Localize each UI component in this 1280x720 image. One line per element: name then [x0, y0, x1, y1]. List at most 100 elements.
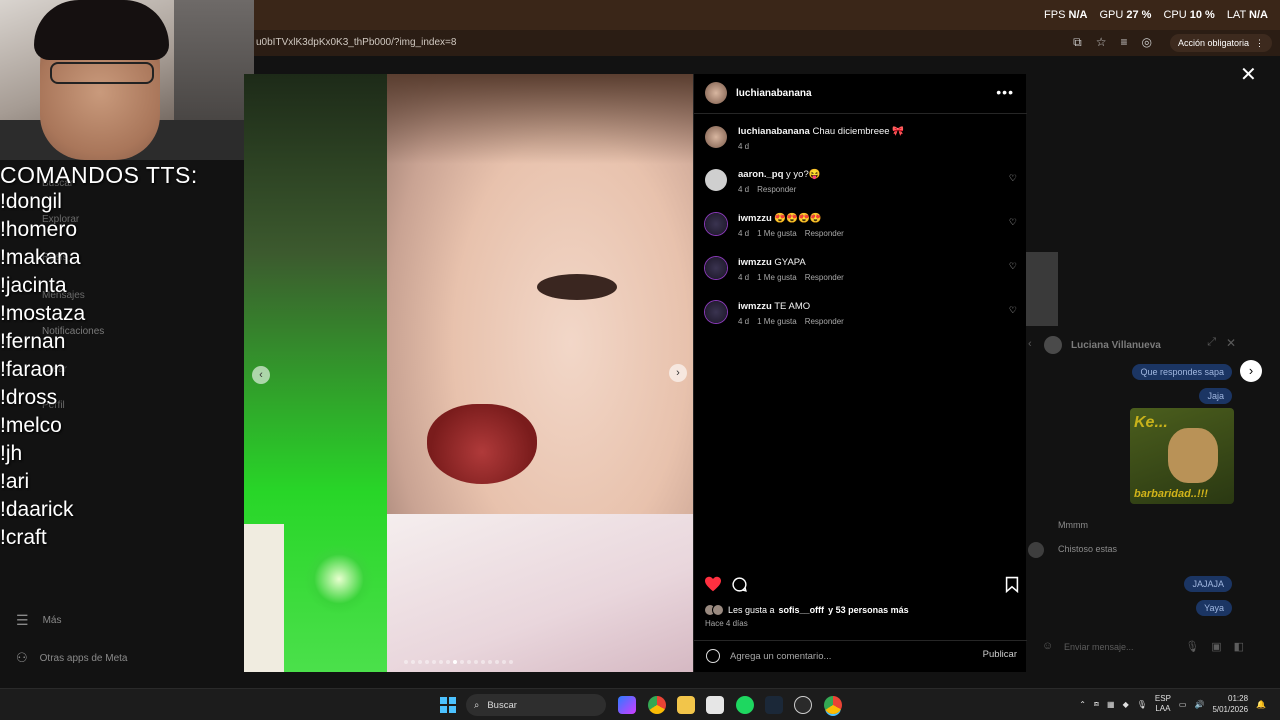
- reading-list-icon[interactable]: ≡: [1121, 35, 1128, 50]
- language-code: ESP: [1154, 694, 1171, 703]
- media-baby-eye: [537, 274, 617, 300]
- save-bookmark-icon[interactable]: [1005, 576, 1019, 593]
- author-username[interactable]: luchianabanana: [736, 88, 812, 99]
- chat-contact-name[interactable]: Luciana Villanueva: [1071, 340, 1161, 351]
- close-icon[interactable]: ✕: [1240, 64, 1257, 86]
- chatgpt-icon[interactable]: [794, 696, 812, 714]
- profile-icon[interactable]: ◎: [1142, 35, 1152, 50]
- comment-like-heart-icon[interactable]: ♡: [1009, 261, 1017, 272]
- media-baby-mouth: [427, 404, 537, 484]
- hamburger-icon: ☰: [16, 612, 29, 628]
- file-explorer-icon[interactable]: [677, 696, 695, 714]
- tray-steam-icon[interactable]: ◆: [1123, 700, 1129, 709]
- carousel-dot: [439, 660, 443, 664]
- network-icon[interactable]: ▭: [1179, 700, 1187, 709]
- carousel-dot: [453, 660, 457, 664]
- search-icon: ⌕: [474, 699, 480, 711]
- tray-app-icon[interactable]: ▦: [1107, 700, 1115, 709]
- tts-command: !homero: [0, 218, 78, 241]
- carousel-prev-button[interactable]: ‹: [252, 366, 270, 384]
- microphone-icon[interactable]: 🎙: [1185, 640, 1199, 653]
- comment-likes[interactable]: 1 Me gusta: [757, 229, 797, 238]
- reply-button[interactable]: Responder: [805, 273, 844, 282]
- caption-text: Chau diciembreee 🎀: [812, 126, 905, 137]
- likes-user[interactable]: sofis__offf: [779, 605, 825, 615]
- carousel-next-button[interactable]: ›: [669, 364, 687, 382]
- taskbar-search[interactable]: ⌕ Buscar: [466, 694, 606, 716]
- sticker-icon[interactable]: ◧: [1234, 640, 1244, 653]
- volume-icon[interactable]: 🔊: [1194, 700, 1204, 709]
- chrome-active-icon[interactable]: [824, 696, 842, 714]
- comment-avatar[interactable]: [705, 213, 727, 235]
- comment-like-heart-icon[interactable]: ♡: [1009, 217, 1017, 228]
- comment-avatar[interactable]: [705, 257, 727, 279]
- chat-message-out: Jaja: [1199, 388, 1232, 404]
- likes-count[interactable]: y 53 personas más: [828, 605, 909, 615]
- more-options-icon[interactable]: •••: [996, 84, 1014, 100]
- windows-start-icon[interactable]: [440, 697, 456, 713]
- store-icon[interactable]: [706, 696, 724, 714]
- webcam-glasses: [50, 62, 154, 84]
- post-media[interactable]: ‹ ›: [244, 74, 693, 672]
- comment-username[interactable]: iwmzzu: [738, 257, 772, 268]
- chat-avatar[interactable]: [1044, 336, 1062, 354]
- comment-like-heart-icon[interactable]: ♡: [1009, 305, 1017, 316]
- spotify-icon[interactable]: [736, 696, 754, 714]
- like-heart-icon[interactable]: [704, 576, 722, 592]
- clock[interactable]: 01:28 5/01/2026: [1212, 693, 1248, 715]
- chrome-icon[interactable]: [648, 696, 666, 714]
- comment-likes[interactable]: 1 Me gusta: [757, 273, 797, 282]
- chat-message-input[interactable]: Enviar mensaje...: [1064, 642, 1134, 652]
- tray-chevron-icon[interactable]: ⌃: [1079, 700, 1086, 709]
- chat-message-in: Mmmm: [1058, 520, 1088, 530]
- carousel-dot: [495, 660, 499, 664]
- install-app-icon[interactable]: ⧉: [1073, 35, 1082, 50]
- tray-app-icon[interactable]: ⧈: [1094, 699, 1099, 709]
- post-side-panel: luchianabanana ••• luchianabanana Chau d…: [693, 74, 1027, 672]
- carousel-dots: [404, 660, 513, 664]
- tts-command: !jacinta: [0, 274, 67, 297]
- caption-avatar[interactable]: [705, 126, 727, 148]
- likes-summary[interactable]: Les gusta a sofis__offf y 53 personas má…: [704, 604, 909, 616]
- comment-avatar[interactable]: [705, 301, 727, 323]
- caption-username[interactable]: luchianabanana: [738, 126, 810, 137]
- comment-time: 4 d: [738, 273, 750, 282]
- steam-icon[interactable]: [765, 696, 783, 714]
- action-required-label: Acción obligatoria: [1177, 38, 1249, 48]
- chat-emoji-icon[interactable]: ☺: [1042, 640, 1053, 652]
- publish-button[interactable]: Publicar: [983, 649, 1017, 660]
- nav-other-meta-apps[interactable]: ⚇ Otras apps de Meta: [16, 650, 127, 666]
- comment-likes[interactable]: 1 Me gusta: [757, 317, 797, 326]
- notifications-bell-icon[interactable]: 🔔: [1256, 700, 1266, 709]
- language-indicator[interactable]: ESP LAA: [1155, 694, 1171, 714]
- emoji-picker-icon[interactable]: [706, 649, 720, 663]
- tts-command: !mostaza: [0, 302, 86, 325]
- carousel-dot: [488, 660, 492, 664]
- media-green-light: [304, 544, 374, 614]
- comment-username[interactable]: aaron._pq: [738, 169, 783, 180]
- bookmark-star-icon[interactable]: ☆: [1096, 35, 1107, 50]
- comment-input[interactable]: [730, 648, 950, 664]
- chat-expand-icon[interactable]: ⤢: [1207, 336, 1216, 349]
- tts-command: !makana: [0, 246, 81, 269]
- chat-close-icon[interactable]: ✕: [1226, 336, 1236, 350]
- carousel-dot: [502, 660, 506, 664]
- tray-mic-icon[interactable]: 🎙: [1137, 700, 1147, 709]
- url-text[interactable]: u0bITVxlK3dpKx0K3_thPb000/?img_index=8: [256, 37, 456, 48]
- comment-bubble-icon[interactable]: [731, 576, 748, 593]
- comment-avatar[interactable]: [705, 169, 727, 191]
- comment-like-heart-icon[interactable]: ♡: [1009, 173, 1017, 184]
- author-avatar[interactable]: [705, 82, 727, 104]
- chat-back-icon[interactable]: ‹: [1028, 338, 1032, 350]
- comment-username[interactable]: iwmzzu: [738, 301, 772, 312]
- reply-button[interactable]: Responder: [805, 317, 844, 326]
- nav-more[interactable]: ☰ Más: [16, 612, 61, 629]
- reply-button[interactable]: Responder: [805, 229, 844, 238]
- image-icon[interactable]: ▣: [1211, 640, 1221, 653]
- media-baby-photo: ›: [387, 74, 693, 672]
- reply-button[interactable]: Responder: [757, 185, 796, 194]
- action-required-button[interactable]: Acción obligatoria ⋮: [1169, 34, 1272, 52]
- comment-time: 4 d: [738, 185, 750, 194]
- comment-username[interactable]: iwmzzu: [738, 213, 772, 224]
- copilot-icon[interactable]: [618, 696, 636, 714]
